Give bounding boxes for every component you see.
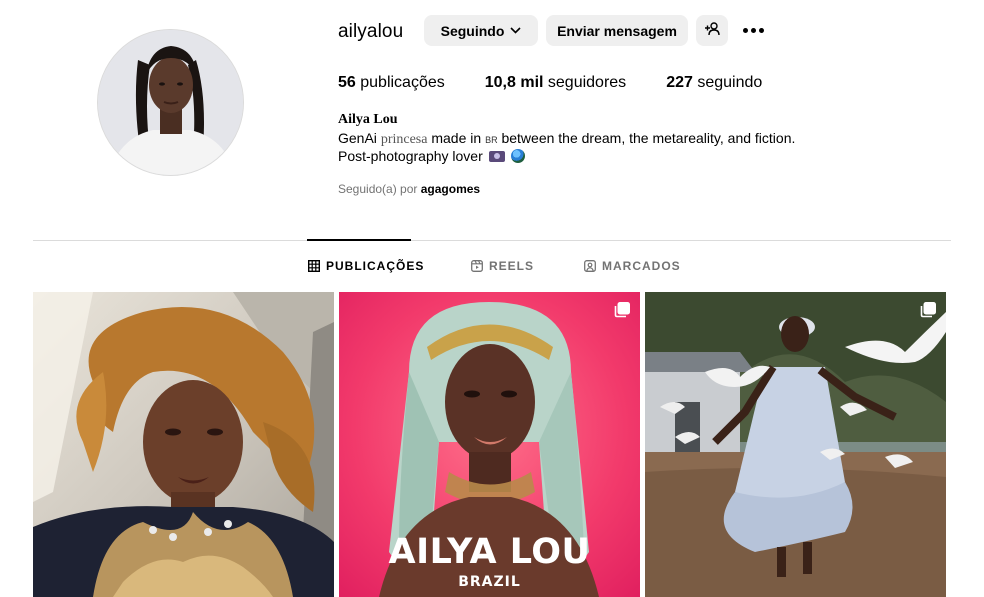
camera-emoji-icon — [488, 150, 505, 162]
followed-by-prefix: Seguido(a) por — [338, 182, 418, 196]
tab-posts-label: PUBLICAÇÕES — [326, 259, 425, 273]
more-dot-icon — [750, 28, 756, 33]
bio-line-1: GenAi princesa made in BR between the dr… — [338, 130, 795, 148]
following-button[interactable]: Seguindo — [424, 15, 538, 46]
post-tile[interactable] — [33, 292, 334, 597]
posts-count-value: 56 — [338, 74, 356, 91]
more-dot-icon — [758, 28, 764, 33]
tab-reels[interactable]: REELS — [471, 259, 534, 273]
following-button-label: Seguindo — [440, 22, 505, 39]
profile-tabs: PUBLICAÇÕES REELS MARCADOS — [0, 259, 984, 277]
profile-avatar[interactable] — [97, 29, 244, 176]
post-tile[interactable]: AILYA LOU BRAZIL — [339, 292, 640, 597]
tagged-icon — [584, 260, 596, 272]
bio-line-2: Post-photography lover — [338, 148, 525, 164]
posts-count-label: publicações — [360, 74, 445, 91]
add-user-icon — [704, 22, 720, 39]
carousel-icon — [919, 301, 937, 319]
send-message-label: Enviar mensagem — [557, 22, 677, 39]
globe-emoji-icon — [510, 149, 525, 163]
profile-username: ailyalou — [338, 21, 404, 42]
tab-tagged-label: MARCADOS — [602, 259, 681, 273]
bio-text: between the dream, the metareality, and … — [497, 130, 796, 146]
more-dot-icon — [742, 28, 748, 33]
followers-count-value: 10,8 mil — [484, 74, 544, 91]
suggested-users-button[interactable] — [696, 15, 728, 46]
bio-text: made in — [427, 130, 486, 146]
more-options-button[interactable] — [738, 15, 768, 46]
tab-reels-label: REELS — [489, 259, 535, 273]
tab-posts[interactable]: PUBLICAÇÕES — [308, 259, 424, 273]
tab-tagged[interactable]: MARCADOS — [584, 259, 681, 273]
post-overlay-subtitle: BRAZIL — [458, 574, 521, 590]
following-count[interactable]: 227 seguindo — [666, 74, 762, 92]
bio-styled-text: princesa — [380, 132, 428, 147]
followers-count[interactable]: 10,8 mil seguidores — [485, 74, 626, 92]
bio-small-caps-text: BR — [485, 135, 498, 145]
following-count-value: 227 — [666, 74, 693, 91]
bio-text: Post-photography lover — [338, 148, 483, 164]
posts-grid: AILYA LOU BRAZIL — [33, 292, 947, 597]
grid-icon — [308, 260, 320, 272]
following-count-label: seguindo — [697, 74, 763, 91]
reels-icon — [471, 260, 483, 272]
profile-full-name: Ailya Lou — [338, 112, 398, 127]
bio-text: GenAi — [338, 130, 381, 146]
send-message-button[interactable]: Enviar mensagem — [546, 15, 688, 46]
carousel-icon — [613, 301, 631, 319]
post-tile[interactable] — [645, 292, 946, 597]
tabs-divider — [33, 240, 951, 241]
post-overlay-title: AILYA LOU — [388, 532, 591, 572]
followers-count-label: seguidores — [547, 74, 627, 91]
active-tab-indicator — [307, 239, 411, 241]
posts-count: 56 publicações — [338, 74, 445, 92]
chevron-down-icon — [510, 25, 521, 37]
followed-by: Seguido(a) por agagomes — [338, 182, 480, 196]
followed-by-user-link[interactable]: agagomes — [421, 182, 480, 196]
profile-stats: 56 publicações 10,8 mil seguidores 227 s… — [338, 74, 802, 92]
